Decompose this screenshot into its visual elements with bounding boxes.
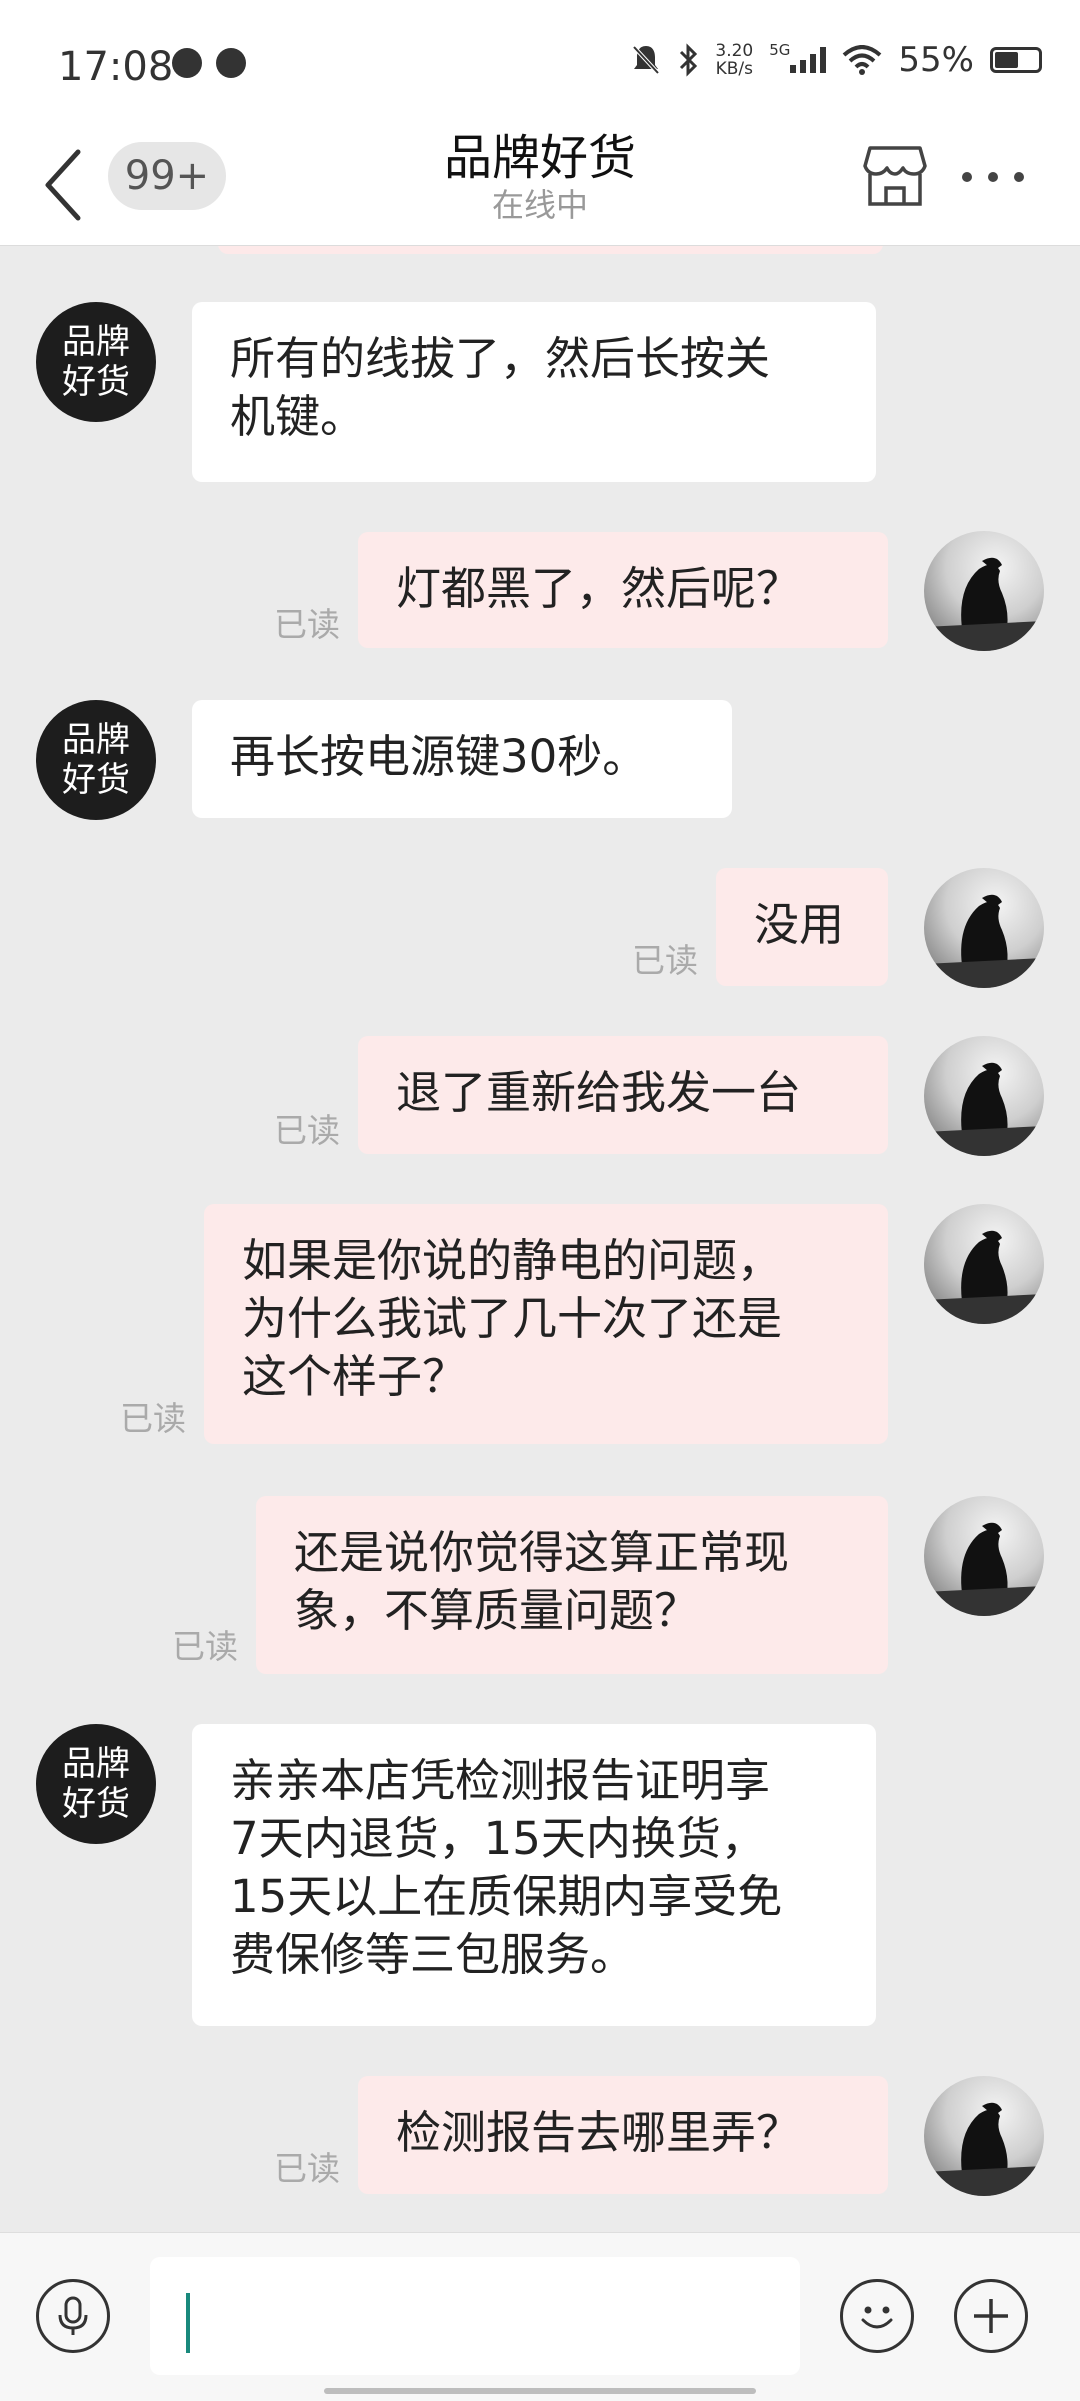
status-bar: 17:08 3.20 KB/s 5G 55%	[0, 0, 1080, 130]
shop-avatar-text: 品牌 好货	[62, 322, 130, 402]
read-receipt: 已读	[274, 2149, 340, 2188]
home-indicator[interactable]	[324, 2388, 756, 2394]
raven-image	[924, 1522, 1044, 1616]
message-bubble-outgoing[interactable]: 还是说你觉得这算正常现 象，不算质量问题？	[256, 1496, 888, 1674]
bluetooth-icon	[680, 43, 698, 77]
read-receipt: 已读	[172, 1627, 238, 1666]
timer-icon	[216, 48, 246, 78]
shop-avatar[interactable]: 品牌 好货	[36, 1724, 156, 1844]
text-cursor	[186, 2293, 190, 2353]
app-notification-icon	[172, 48, 202, 78]
raven-image	[924, 894, 1044, 988]
status-right: 3.20 KB/s 5G 55%	[631, 40, 1042, 80]
read-receipt: 已读	[274, 1111, 340, 1150]
message-list[interactable]: 品牌 好货 所有的线拔了，然后长按关 机键。 已读 灯都黑了，然后呢？ 品牌 好…	[0, 246, 1080, 2231]
shop-avatar[interactable]: 品牌 好货	[36, 700, 156, 820]
shop-avatar-text: 品牌 好货	[62, 1744, 130, 1824]
read-receipt: 已读	[632, 941, 698, 980]
battery-icon	[990, 47, 1042, 73]
shop-avatar[interactable]: 品牌 好货	[36, 302, 156, 422]
network-speed: 3.20 KB/s	[715, 42, 753, 78]
status-time: 17:08	[58, 44, 174, 90]
wifi-icon	[843, 45, 882, 75]
store-icon[interactable]	[862, 144, 928, 208]
signal-icon	[790, 47, 827, 73]
raven-image	[924, 557, 1044, 651]
user-avatar[interactable]	[924, 1036, 1044, 1156]
user-avatar[interactable]	[924, 1496, 1044, 1616]
plus-icon[interactable]	[954, 2279, 1028, 2353]
network-type: 5G	[769, 41, 791, 59]
message-input[interactable]	[150, 2257, 800, 2375]
read-receipt: 已读	[120, 1399, 186, 1438]
shop-avatar-text: 品牌 好货	[62, 720, 130, 800]
user-avatar[interactable]	[924, 2076, 1044, 2196]
status-left-icons	[172, 48, 246, 78]
network-speed-value: 3.20	[715, 41, 754, 61]
microphone-icon[interactable]	[36, 2279, 110, 2353]
message-bubble-outgoing[interactable]: 检测报告去哪里弄？	[358, 2076, 888, 2194]
user-avatar[interactable]	[924, 868, 1044, 988]
user-avatar[interactable]	[924, 1204, 1044, 1324]
message-bubble-outgoing[interactable]: 没用	[716, 868, 888, 986]
raven-image	[924, 1230, 1044, 1324]
input-bar	[0, 2232, 1080, 2401]
read-receipt: 已读	[274, 605, 340, 644]
more-dots-icon[interactable]	[962, 172, 1024, 182]
message-bubble-outgoing[interactable]: 灯都黑了，然后呢？	[358, 532, 888, 648]
emoji-icon[interactable]	[840, 2279, 914, 2353]
previous-message-edge	[218, 246, 883, 254]
user-avatar[interactable]	[924, 531, 1044, 651]
message-bubble-incoming[interactable]: 所有的线拔了，然后长按关 机键。	[192, 302, 876, 482]
network-speed-unit: KB/s	[715, 59, 754, 79]
chat-header: 99+ 品牌好货 在线中	[0, 130, 1080, 246]
message-bubble-outgoing[interactable]: 退了重新给我发一台	[358, 1036, 888, 1154]
message-bubble-outgoing[interactable]: 如果是你说的静电的问题， 为什么我试了几十次了还是 这个样子？	[204, 1204, 888, 1444]
message-bubble-incoming[interactable]: 再长按电源键30秒。	[192, 700, 732, 818]
raven-image	[924, 1062, 1044, 1156]
battery-percent: 55%	[898, 40, 974, 80]
message-bubble-incoming[interactable]: 亲亲本店凭检测报告证明享 7天内退货，15天内换货， 15天以上在质保期内享受免…	[192, 1724, 876, 2026]
raven-image	[924, 2102, 1044, 2196]
mute-bell-icon	[632, 45, 660, 75]
